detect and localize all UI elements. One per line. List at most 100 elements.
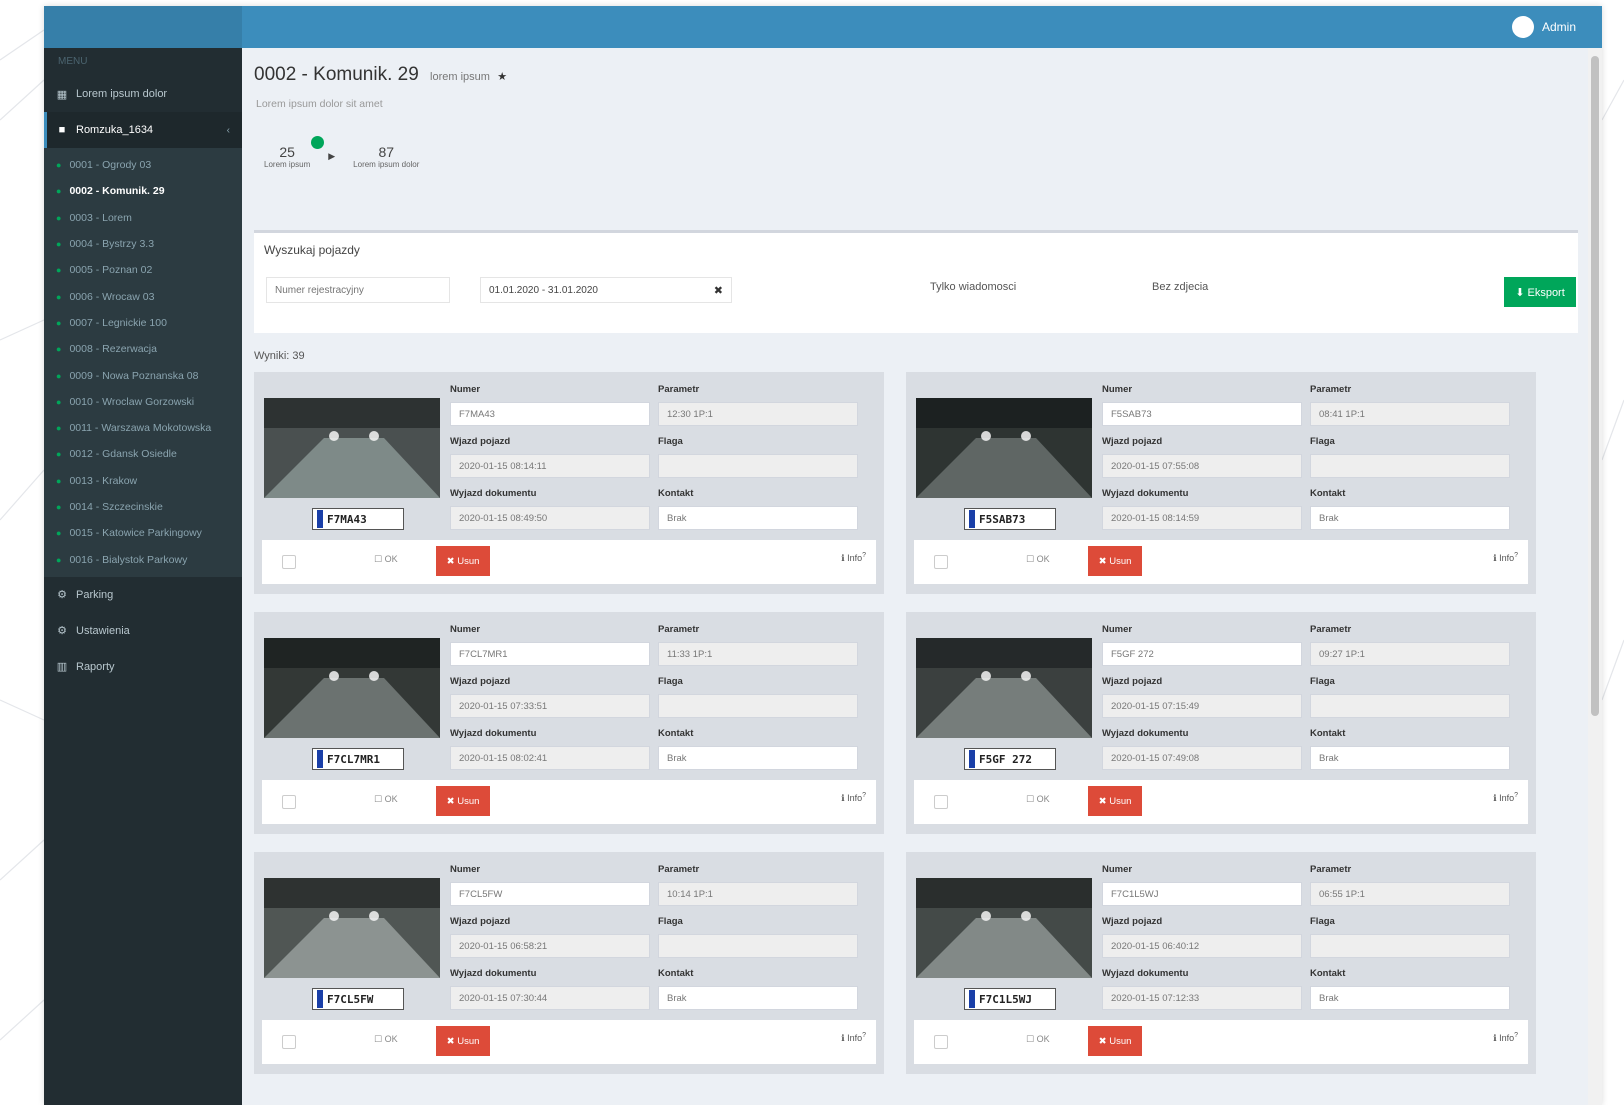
number-input[interactable]: F7CL5FW bbox=[450, 882, 650, 906]
number-input[interactable]: F7C1L5WJ bbox=[1102, 882, 1302, 906]
sidebar-subitem[interactable]: ● 0007 - Legnickie 100 bbox=[44, 310, 242, 336]
field-label: Flaga bbox=[658, 676, 683, 687]
field-label: Wjazd pojazd bbox=[1102, 916, 1163, 927]
delete-button[interactable]: ✖ Usun bbox=[436, 786, 490, 816]
vehicle-card: F7CL5FW Numer F7CL5FW Parametr 10:14 1P:… bbox=[254, 852, 884, 1074]
exit-time-field: 2020-01-15 08:02:41 bbox=[450, 746, 650, 770]
date-range-field[interactable]: 01.01.2020 - 31.01.2020 ✖ bbox=[480, 277, 732, 303]
info-link[interactable]: ℹ Info? bbox=[1493, 552, 1518, 564]
select-checkbox[interactable] bbox=[282, 1035, 296, 1049]
sidebar-item-label: Raporty bbox=[76, 660, 115, 673]
brand-logo[interactable] bbox=[44, 6, 242, 48]
user-name: Admin bbox=[1541, 20, 1576, 34]
scrollbar-thumb[interactable] bbox=[1591, 56, 1599, 716]
delete-button[interactable]: ✖ Usun bbox=[1088, 786, 1142, 816]
camera-thumbnail[interactable] bbox=[916, 398, 1092, 498]
flag-field bbox=[1310, 934, 1510, 958]
trash-icon: ✖ bbox=[1098, 1035, 1110, 1047]
sidebar-subitem-active[interactable]: ● 0002 - Komunik. 29 bbox=[44, 178, 242, 204]
sidebar-item-label: Ustawienia bbox=[76, 624, 130, 637]
ok-label: OK bbox=[1036, 554, 1050, 564]
delete-button[interactable]: ✖ Usun bbox=[1088, 546, 1142, 576]
eu-flag-icon bbox=[317, 510, 323, 528]
sidebar-item-parkings[interactable]: ■ Romzuka_1634 ‹ bbox=[44, 112, 242, 148]
sidebar-subitem[interactable]: ● 0008 - Rezerwacja bbox=[44, 336, 242, 362]
user-menu[interactable]: Admin bbox=[1511, 14, 1576, 40]
export-button[interactable]: ⬇ Eksport bbox=[1504, 277, 1576, 307]
close-icon[interactable]: ✖ bbox=[714, 284, 723, 297]
ok-link[interactable]: ☐ OK bbox=[1026, 1034, 1050, 1045]
sidebar-subitem[interactable]: ● 0006 - Wrocaw 03 bbox=[44, 283, 242, 309]
camera-thumbnail[interactable] bbox=[916, 638, 1092, 738]
sidebar-subitem[interactable]: ● 0010 - Wroclaw Gorzowski bbox=[44, 389, 242, 415]
sidebar-subitem[interactable]: ● 0001 - Ogrody 03 bbox=[44, 152, 242, 178]
info-link[interactable]: ℹ Info? bbox=[841, 792, 866, 804]
number-input[interactable]: F7MA43 bbox=[450, 402, 650, 426]
sidebar-subitem[interactable]: ● 0009 - Nowa Poznanska 08 bbox=[44, 362, 242, 388]
sidebar-subitem[interactable]: ● 0014 - Szczecinskie bbox=[44, 494, 242, 520]
flag-field bbox=[658, 694, 858, 718]
info-link[interactable]: ℹ Info? bbox=[841, 1032, 866, 1044]
ok-link[interactable]: ☐ OK bbox=[374, 554, 398, 565]
workflow-step[interactable]: 87 Lorem ipsum dolor bbox=[353, 144, 419, 169]
sidebar-item-dashboard[interactable]: ▦ Lorem ipsum dolor bbox=[44, 76, 242, 112]
filter-option-messages[interactable]: Tylko wiadomosci bbox=[930, 281, 1016, 293]
field-label: Numer bbox=[1102, 624, 1133, 635]
delete-button[interactable]: ✖ Usun bbox=[1088, 1026, 1142, 1056]
sidebar-item-reports[interactable]: ▥ Raporty bbox=[44, 649, 242, 685]
ok-link[interactable]: ☐ OK bbox=[1026, 554, 1050, 565]
sidebar-subitem[interactable]: ● 0012 - Gdansk Osiedle bbox=[44, 441, 242, 467]
delete-button[interactable]: ✖ Usun bbox=[436, 546, 490, 576]
star-icon[interactable]: ★ bbox=[497, 71, 507, 83]
sidebar-subitem[interactable]: ● 0003 - Lorem bbox=[44, 205, 242, 231]
select-checkbox[interactable] bbox=[282, 795, 296, 809]
sidebar-subitem-label: 0010 - Wroclaw Gorzowski bbox=[69, 395, 195, 408]
sidebar-subitem[interactable]: ● 0004 - Bystrzy 3.3 bbox=[44, 231, 242, 257]
comment-input[interactable]: Brak bbox=[658, 506, 858, 530]
sidebar-item-label: Lorem ipsum dolor bbox=[76, 88, 168, 100]
sidebar-subitem[interactable]: ● 0015 - Katowice Parkingowy bbox=[44, 520, 242, 546]
camera-thumbnail[interactable] bbox=[916, 878, 1092, 978]
comment-input[interactable]: Brak bbox=[658, 986, 858, 1010]
camera-thumbnail[interactable] bbox=[264, 398, 440, 498]
sidebar-subitem[interactable]: ● 0005 - Poznan 02 bbox=[44, 257, 242, 283]
info-link[interactable]: ℹ Info? bbox=[1493, 1032, 1518, 1044]
info-superscript: ? bbox=[1514, 552, 1518, 559]
select-checkbox[interactable] bbox=[934, 555, 948, 569]
number-input[interactable]: F5SAB73 bbox=[1102, 402, 1302, 426]
workflow-step[interactable]: 25 Lorem ipsum bbox=[264, 136, 325, 169]
ok-link[interactable]: ☐ OK bbox=[374, 1034, 398, 1045]
entry-time-field: 2020-01-15 07:15:49 bbox=[1102, 694, 1302, 718]
info-link[interactable]: ℹ Info? bbox=[1493, 792, 1518, 804]
sidebar-subitem[interactable]: ● 0011 - Warszawa Mokotowska bbox=[44, 415, 242, 441]
number-input[interactable]: F5GF 272 bbox=[1102, 642, 1302, 666]
sidebar-subitem[interactable]: ● 0013 - Krakow bbox=[44, 468, 242, 494]
vehicle-card: F7C1L5WJ Numer F7C1L5WJ Parametr 06:55 1… bbox=[906, 852, 1536, 1074]
info-link[interactable]: ℹ Info? bbox=[841, 552, 866, 564]
scrollbar[interactable] bbox=[1588, 48, 1602, 1105]
comment-input[interactable]: Brak bbox=[658, 746, 858, 770]
circle-icon: ● bbox=[56, 528, 62, 539]
camera-thumbnail[interactable] bbox=[264, 878, 440, 978]
sidebar-item-parking[interactable]: ⚙ Parking bbox=[44, 577, 242, 613]
delete-button[interactable]: ✖ Usun bbox=[436, 1026, 490, 1056]
comment-input[interactable]: Brak bbox=[1310, 986, 1510, 1010]
comment-input[interactable]: Brak bbox=[1310, 506, 1510, 530]
sidebar-item-settings[interactable]: ⚙ Ustawienia bbox=[44, 613, 242, 649]
export-label: Eksport bbox=[1527, 286, 1565, 299]
ok-label: OK bbox=[384, 554, 398, 564]
sidebar-subitem[interactable]: ● 0016 - Bialystok Parkowy bbox=[44, 546, 242, 572]
select-checkbox[interactable] bbox=[282, 555, 296, 569]
circle-icon: ● bbox=[56, 291, 62, 302]
filter-option-no-photo[interactable]: Bez zdjecia bbox=[1152, 281, 1208, 293]
ok-link[interactable]: ☐ OK bbox=[1026, 794, 1050, 805]
select-checkbox[interactable] bbox=[934, 1035, 948, 1049]
number-input[interactable]: F7CL7MR1 bbox=[450, 642, 650, 666]
select-checkbox[interactable] bbox=[934, 795, 948, 809]
camera-thumbnail[interactable] bbox=[264, 638, 440, 738]
date-range-value: 01.01.2020 - 31.01.2020 bbox=[489, 284, 598, 296]
exit-time-field: 2020-01-15 08:14:59 bbox=[1102, 506, 1302, 530]
ok-link[interactable]: ☐ OK bbox=[374, 794, 398, 805]
search-input[interactable] bbox=[266, 277, 450, 303]
comment-input[interactable]: Brak bbox=[1310, 746, 1510, 770]
